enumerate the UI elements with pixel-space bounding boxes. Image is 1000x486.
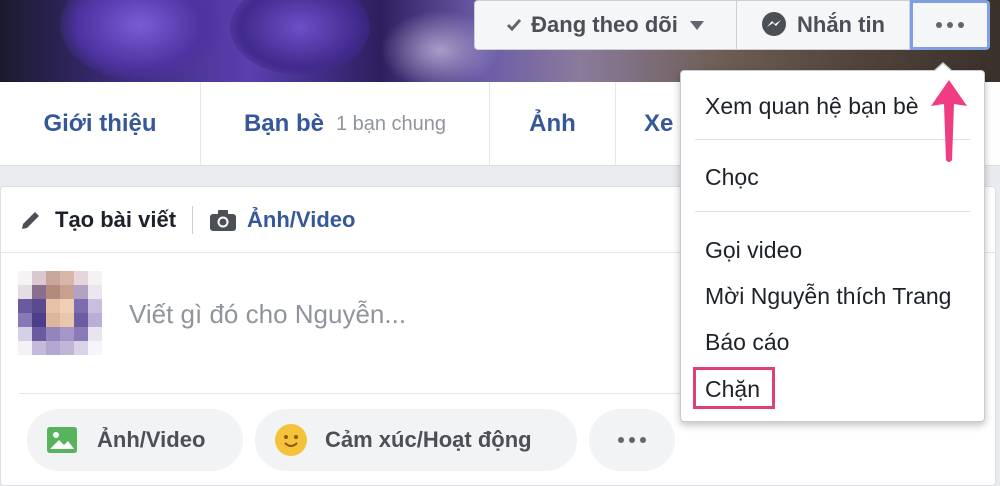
- more-dots-icon: [618, 437, 646, 443]
- divider: [192, 205, 194, 234]
- more-dots-icon: [936, 22, 964, 28]
- message-button[interactable]: Nhắn tin: [737, 0, 910, 50]
- following-label: Đang theo dõi: [531, 12, 678, 37]
- create-post-label: Tạo bài viết: [55, 206, 177, 232]
- tab-label: Xe: [644, 110, 674, 137]
- menu-item-block[interactable]: Chặn: [705, 376, 760, 403]
- caret-down-icon: [689, 20, 704, 30]
- tab-label: Giới thiệu: [43, 110, 157, 137]
- menu-item-invite-like-page[interactable]: Mời Nguyễn thích Trang: [705, 283, 951, 310]
- more-options-button[interactable]: [910, 0, 990, 50]
- photo-video-tab[interactable]: Ảnh/Video: [209, 207, 355, 233]
- create-post-tab[interactable]: Tạo bài viết: [19, 207, 176, 233]
- composer-more-button[interactable]: [589, 409, 675, 471]
- tab-label: Ảnh: [529, 110, 576, 137]
- smile-icon: [275, 424, 307, 456]
- tab-photos[interactable]: Ảnh: [490, 82, 616, 166]
- arrow-up-icon: [931, 80, 967, 162]
- tab-label: Bạn bè: [243, 110, 324, 137]
- photo-video-action-label: Ảnh/Video: [97, 427, 206, 452]
- mutual-friends-count: 1 bạn chung: [335, 112, 447, 135]
- pencil-icon: [22, 211, 39, 229]
- tab-friends[interactable]: Bạn bè 1 bạn chung: [201, 82, 490, 166]
- messenger-icon: [762, 12, 786, 36]
- check-icon: [507, 19, 522, 31]
- menu-item-see-friendship[interactable]: Xem quan hệ bạn bè: [705, 93, 919, 120]
- message-label: Nhắn tin: [797, 12, 885, 37]
- camera-icon: [210, 209, 237, 231]
- menu-nub: [934, 64, 952, 72]
- photo-video-label: Ảnh/Video: [247, 206, 356, 232]
- following-button[interactable]: Đang theo dõi: [474, 0, 737, 50]
- tab-about[interactable]: Giới thiệu: [0, 82, 201, 166]
- cover-decor: [60, 0, 220, 80]
- post-input[interactable]: Viết gì đó cho Nguyễn...: [129, 299, 406, 330]
- menu-separator: [695, 211, 970, 212]
- photo-video-button[interactable]: Ảnh/Video: [27, 409, 243, 471]
- feeling-activity-label: Cảm xúc/Hoạt động: [325, 427, 532, 452]
- menu-item-report[interactable]: Báo cáo: [705, 329, 789, 356]
- cover-actions: Đang theo dõi Nhắn tin: [474, 0, 990, 50]
- cover-decor: [230, 0, 370, 75]
- avatar: [18, 271, 102, 355]
- photo-icon: [47, 427, 77, 453]
- menu-item-poke[interactable]: Chọc: [705, 164, 759, 191]
- feeling-activity-button[interactable]: Cảm xúc/Hoạt động: [255, 409, 577, 471]
- menu-item-video-call[interactable]: Gọi video: [705, 237, 802, 264]
